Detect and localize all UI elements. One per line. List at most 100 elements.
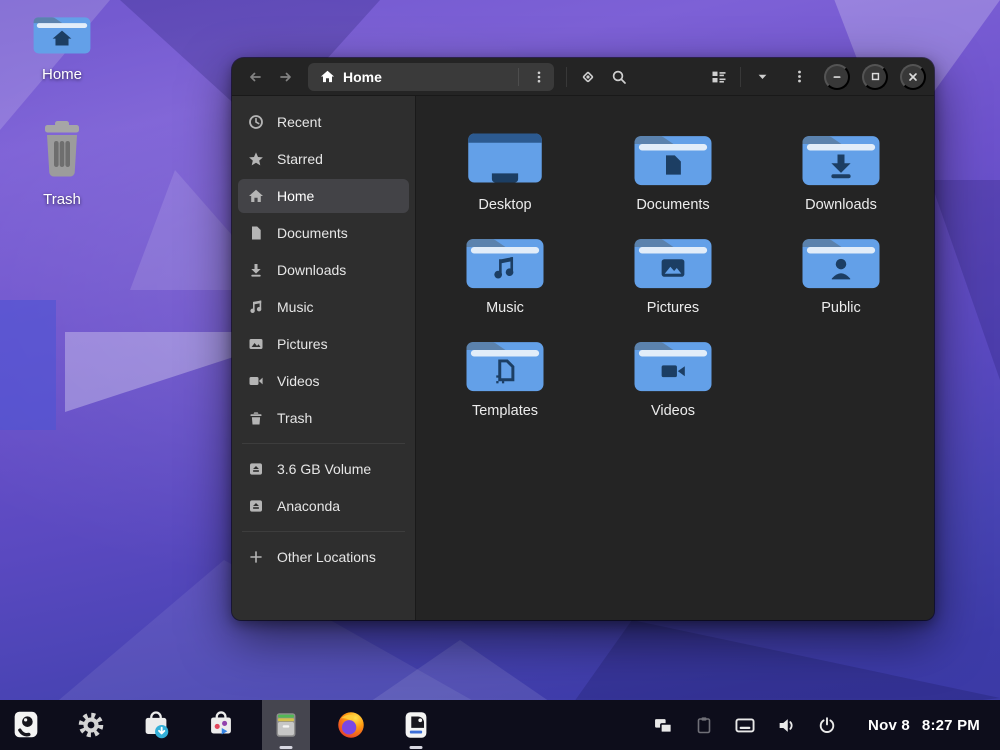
path-label: Home [343, 69, 510, 85]
sidebar-item-label: Anaconda [277, 498, 340, 514]
sidebar-item-starred[interactable]: Starred [238, 142, 409, 176]
view-toggle-button[interactable] [706, 64, 732, 90]
sidebar-item-anaconda[interactable]: Anaconda [238, 489, 409, 523]
sidebar-item-videos[interactable]: Videos [238, 364, 409, 398]
file-label: Documents [636, 197, 709, 213]
file-label: Pictures [647, 300, 699, 316]
sidebar: Recent Starred Home Documents Downloads … [232, 96, 416, 620]
close-button[interactable] [900, 64, 926, 90]
home-icon [320, 69, 335, 84]
pictures-icon [248, 336, 264, 352]
forward-icon [281, 73, 290, 80]
sidebar-item-other-locations[interactable]: Other Locations [238, 540, 409, 574]
file-downloads[interactable]: Downloads [780, 126, 902, 213]
pictures-folder-icon [625, 229, 721, 293]
file-view: Desktop Documents Downloads Music Pictur… [416, 96, 934, 620]
kebab-icon [538, 71, 541, 82]
sidebar-item-pictures[interactable]: Pictures [238, 327, 409, 361]
close-icon [910, 74, 916, 80]
file-music[interactable]: Music [444, 229, 566, 316]
maximize-icon [872, 74, 878, 80]
home-icon [248, 188, 264, 204]
sidebar-item-label: Trash [277, 410, 312, 426]
file-documents[interactable]: Documents [612, 126, 734, 213]
headerbar: Home [232, 58, 934, 96]
file-pictures[interactable]: Pictures [612, 229, 734, 316]
maximize-button[interactable] [862, 64, 888, 90]
file-templates[interactable]: Templates [444, 332, 566, 419]
file-label: Templates [472, 403, 538, 419]
clock-time: 8:27 PM [922, 717, 980, 734]
search-icon [614, 71, 625, 82]
sidebar-item-music[interactable]: Music [238, 290, 409, 324]
file-public[interactable]: Public [780, 229, 902, 316]
recent-icon [248, 114, 264, 130]
public-folder-icon [793, 229, 889, 293]
file-label: Videos [651, 403, 695, 419]
settings-icon [74, 708, 108, 742]
file-videos[interactable]: Videos [612, 332, 734, 419]
kebab-icon [798, 71, 801, 83]
running-indicator [410, 746, 423, 749]
music-folder-icon [457, 229, 553, 293]
desktop-folder-icon [457, 126, 553, 190]
music-icon [248, 299, 264, 315]
clock[interactable]: Nov 8 8:27 PM [868, 717, 980, 734]
location-button[interactable] [575, 64, 601, 90]
files-window: Home Recent Starred Home Documents Downl… [232, 58, 934, 620]
sidebar-divider [242, 443, 405, 444]
window-switcher-icon[interactable] [654, 716, 673, 735]
settings-launcher[interactable] [67, 700, 115, 750]
minimize-icon [834, 76, 841, 78]
sidebar-item-trash[interactable]: Trash [238, 401, 409, 435]
list-view-icon [713, 71, 726, 82]
sidebar-item-home[interactable]: Home [238, 179, 409, 213]
path-bar[interactable]: Home [308, 63, 554, 91]
files-launcher[interactable] [262, 700, 310, 750]
volume-icon[interactable] [777, 716, 796, 735]
sidebar-item-label: Recent [277, 114, 321, 130]
desktop-icon-label: Home [42, 66, 82, 83]
back-button[interactable] [242, 64, 268, 90]
software-store-launcher[interactable] [197, 700, 245, 750]
system-tray [654, 715, 836, 735]
videos-icon [248, 373, 264, 389]
desktop-icon-home[interactable]: Home [16, 12, 108, 83]
window-menu-button[interactable] [786, 64, 812, 90]
keyboard-icon[interactable] [735, 715, 755, 735]
clipboard-icon[interactable] [695, 716, 713, 734]
sidebar-item-label: Starred [277, 151, 323, 167]
taskbar: Nov 8 8:27 PM [0, 700, 1000, 750]
window-body: Recent Starred Home Documents Downloads … [232, 96, 934, 620]
search-button[interactable] [606, 64, 632, 90]
videos-folder-icon [625, 332, 721, 396]
firefox-launcher[interactable] [327, 700, 375, 750]
caret-down-icon [758, 75, 766, 79]
sidebar-item-label: Videos [277, 373, 320, 389]
sidebar-item-label: Documents [277, 225, 348, 241]
document-icon [248, 225, 264, 241]
sidebar-item-downloads[interactable]: Downloads [238, 253, 409, 287]
sidebar-item-3-6-gb-volume[interactable]: 3.6 GB Volume [238, 452, 409, 486]
file-label: Public [821, 300, 861, 316]
documents-folder-icon [625, 126, 721, 190]
minimize-button[interactable] [824, 64, 850, 90]
view-options-button[interactable] [749, 64, 775, 90]
sidebar-item-recent[interactable]: Recent [238, 105, 409, 139]
downloads-folder-icon [793, 126, 889, 190]
back-icon [251, 73, 260, 80]
drive-icon [248, 461, 264, 477]
gnome-logo-launcher[interactable] [2, 700, 50, 750]
software-update-icon [139, 708, 173, 742]
power-icon[interactable] [818, 716, 836, 734]
file-label: Music [486, 300, 524, 316]
file-desktop[interactable]: Desktop [444, 126, 566, 213]
installer-launcher[interactable] [392, 700, 440, 750]
desktop-icon-trash[interactable]: Trash [16, 118, 108, 208]
sidebar-item-documents[interactable]: Documents [238, 216, 409, 250]
path-menu-button[interactable] [527, 65, 551, 89]
forward-button[interactable] [273, 64, 299, 90]
software-update-launcher[interactable] [132, 700, 180, 750]
sidebar-item-label: Home [277, 188, 314, 204]
trash-can-icon [34, 118, 90, 185]
